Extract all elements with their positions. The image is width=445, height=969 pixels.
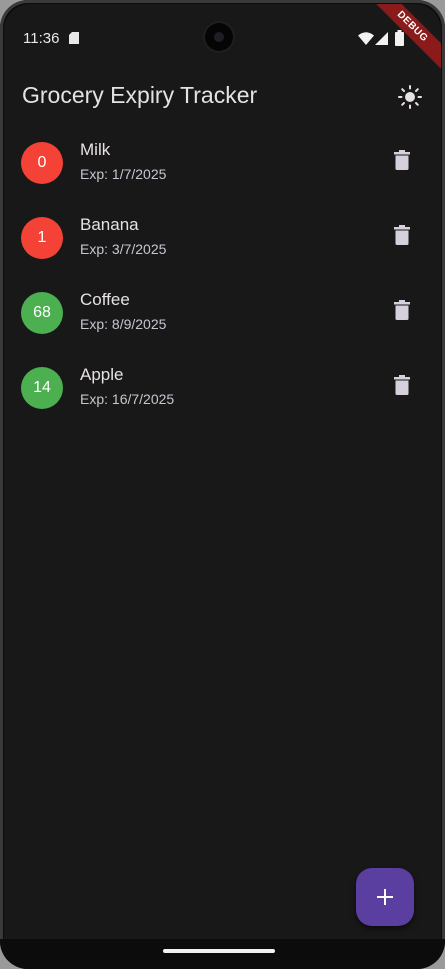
item-expiry-date: Exp: 1/7/2025 bbox=[80, 166, 167, 182]
page-title: Grocery Expiry Tracker bbox=[22, 82, 258, 108]
item-name: Banana bbox=[80, 215, 139, 234]
device-frame: 11:36 DEBUG Grocery Expiry Tracker 0 Mil… bbox=[0, 0, 445, 969]
item-expiry-date: Exp: 16/7/2025 bbox=[80, 391, 175, 407]
item-expiry-date: Exp: 8/9/2025 bbox=[80, 316, 167, 332]
status-bar: 11:36 DEBUG bbox=[4, 4, 441, 73]
signal-icon bbox=[375, 32, 388, 45]
days-left-badge: 1 bbox=[21, 217, 63, 259]
item-expiry-date: Exp: 3/7/2025 bbox=[80, 241, 167, 257]
system-nav-bar bbox=[0, 939, 445, 969]
add-item-button[interactable] bbox=[356, 868, 414, 926]
sun-icon bbox=[398, 85, 422, 109]
wifi-icon bbox=[358, 32, 374, 45]
delete-button[interactable] bbox=[389, 296, 415, 324]
app-screen: 11:36 DEBUG Grocery Expiry Tracker 0 Mil… bbox=[4, 4, 441, 939]
days-left-badge: 0 bbox=[21, 142, 63, 184]
delete-button[interactable] bbox=[389, 221, 415, 249]
days-left-badge: 68 bbox=[21, 292, 63, 334]
trash-icon bbox=[394, 225, 410, 245]
theme-toggle-button[interactable] bbox=[393, 80, 427, 114]
list-item[interactable]: 14 Apple Exp: 16/7/2025 bbox=[4, 351, 441, 426]
delete-button[interactable] bbox=[389, 146, 415, 174]
item-name: Coffee bbox=[80, 290, 130, 309]
plus-icon bbox=[377, 889, 393, 905]
days-left-badge: 14 bbox=[21, 367, 63, 409]
list-item[interactable]: 1 Banana Exp: 3/7/2025 bbox=[4, 201, 441, 276]
list-item[interactable]: 68 Coffee Exp: 8/9/2025 bbox=[4, 276, 441, 351]
battery-icon bbox=[395, 30, 404, 46]
delete-button[interactable] bbox=[389, 371, 415, 399]
front-camera bbox=[205, 23, 233, 51]
app-bar: Grocery Expiry Tracker bbox=[4, 66, 441, 126]
item-name: Milk bbox=[80, 140, 111, 159]
item-name: Apple bbox=[80, 365, 124, 384]
trash-icon bbox=[394, 300, 410, 320]
grocery-list: 0 Milk Exp: 1/7/2025 1 Banana Exp: 3/7/2… bbox=[4, 126, 441, 426]
home-indicator[interactable] bbox=[163, 949, 275, 953]
sd-card-icon bbox=[69, 32, 79, 44]
trash-icon bbox=[394, 150, 410, 170]
trash-icon bbox=[394, 375, 410, 395]
status-time: 11:36 bbox=[23, 30, 60, 47]
list-item[interactable]: 0 Milk Exp: 1/7/2025 bbox=[4, 126, 441, 201]
